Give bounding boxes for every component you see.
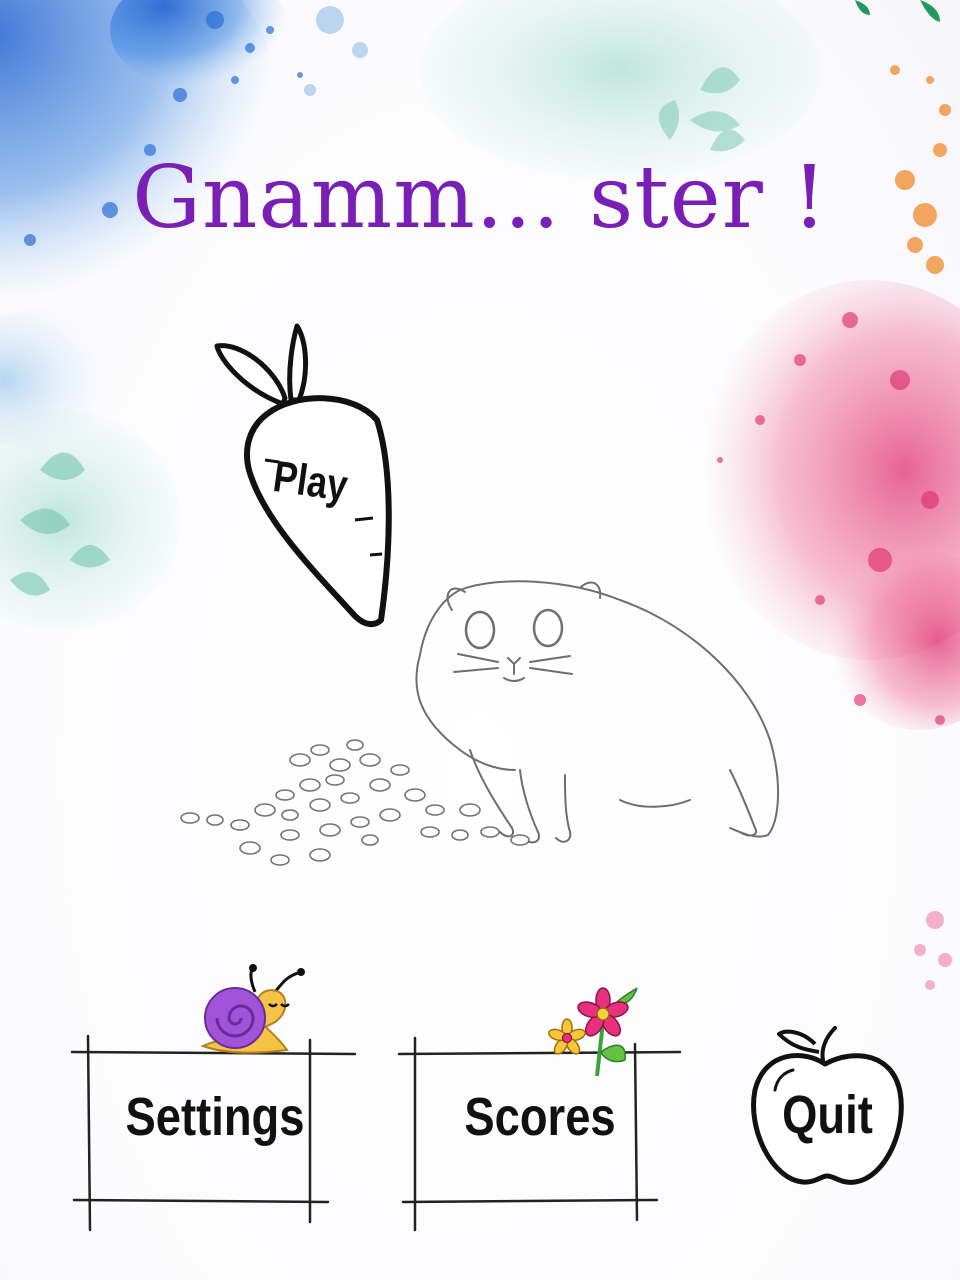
quit-button[interactable]: Quit [745,1020,910,1195]
flowers-icon [548,987,638,1077]
snail-icon [200,964,305,1054]
play-label: Play [270,452,351,511]
settings-label: Settings [125,1087,305,1147]
menu-screen: Gnamm... ster ! Play Settings Scores Qui… [0,0,960,1280]
quit-label: Quit [782,1085,873,1145]
settings-button[interactable]: Settings [70,1030,360,1240]
hamster-illustration [180,580,780,866]
scores-label: Scores [464,1087,616,1147]
game-title: Gnamm... ster ! [132,148,828,248]
